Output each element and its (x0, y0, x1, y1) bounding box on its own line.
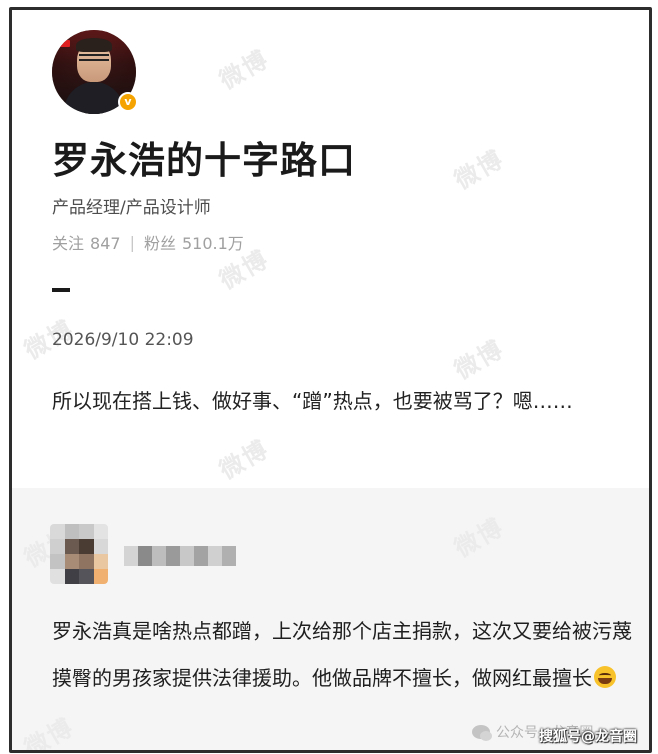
weibo-watermark: 微博 (19, 712, 79, 753)
post-text: 所以现在搭上钱、做好事、“蹭”热点，也要被骂了？嗯…… (52, 389, 573, 413)
post-timestamp: 2026/9/10 22:09 (52, 330, 194, 350)
comment-card: 微博 微博 微博 罗永浩真是啥热点都蹭，上次给那个店主捐款，这次又要给被污蔑摸臀… (12, 488, 649, 753)
section-divider (52, 288, 70, 292)
verified-badge-icon: v (118, 92, 138, 112)
weibo-watermark: 微博 (214, 44, 274, 95)
profile-stats: 关注 847 | 粉丝 510.1万 (52, 230, 244, 254)
profile-name[interactable]: 罗永浩的十字路口 (52, 130, 356, 184)
followers-count: 510.1万 (181, 234, 244, 253)
wechat-icon (472, 725, 492, 741)
weibo-screenshot-frame: 微博 微博 微博 微博 微博 微博 v 罗永浩的十字路口 产品经理/产品设计师 … (9, 7, 652, 753)
following-count: 847 (90, 234, 121, 253)
laughing-tears-emoji-icon (594, 666, 616, 688)
commenter-name-blurred[interactable] (124, 546, 236, 566)
profile-avatar[interactable]: v (52, 30, 138, 114)
channel-tag-icon (60, 40, 70, 47)
following-label: 关注 (52, 234, 85, 253)
following-stat[interactable]: 关注 847 (52, 230, 121, 254)
stats-separator: | (129, 232, 135, 252)
profile-title: 产品经理/产品设计师 (52, 198, 211, 218)
weibo-watermark: 微博 (449, 144, 509, 195)
comment-text: 罗永浩真是啥热点都蹭，上次给那个店主捐款，这次又要给被污蔑摸臀的男孩家提供法律援… (52, 608, 632, 702)
followers-stat[interactable]: 粉丝 510.1万 (144, 230, 244, 254)
sohu-watermark: 搜狐号@龙音圈 (539, 729, 637, 745)
weibo-watermark: 微博 (449, 512, 509, 563)
followers-label: 粉丝 (143, 234, 176, 253)
comment-body: 罗永浩真是啥热点都蹭，上次给那个店主捐款，这次又要给被污蔑摸臀的男孩家提供法律援… (52, 619, 632, 690)
weibo-watermark: 微博 (214, 434, 274, 485)
commenter-avatar-blurred[interactable] (50, 524, 108, 584)
